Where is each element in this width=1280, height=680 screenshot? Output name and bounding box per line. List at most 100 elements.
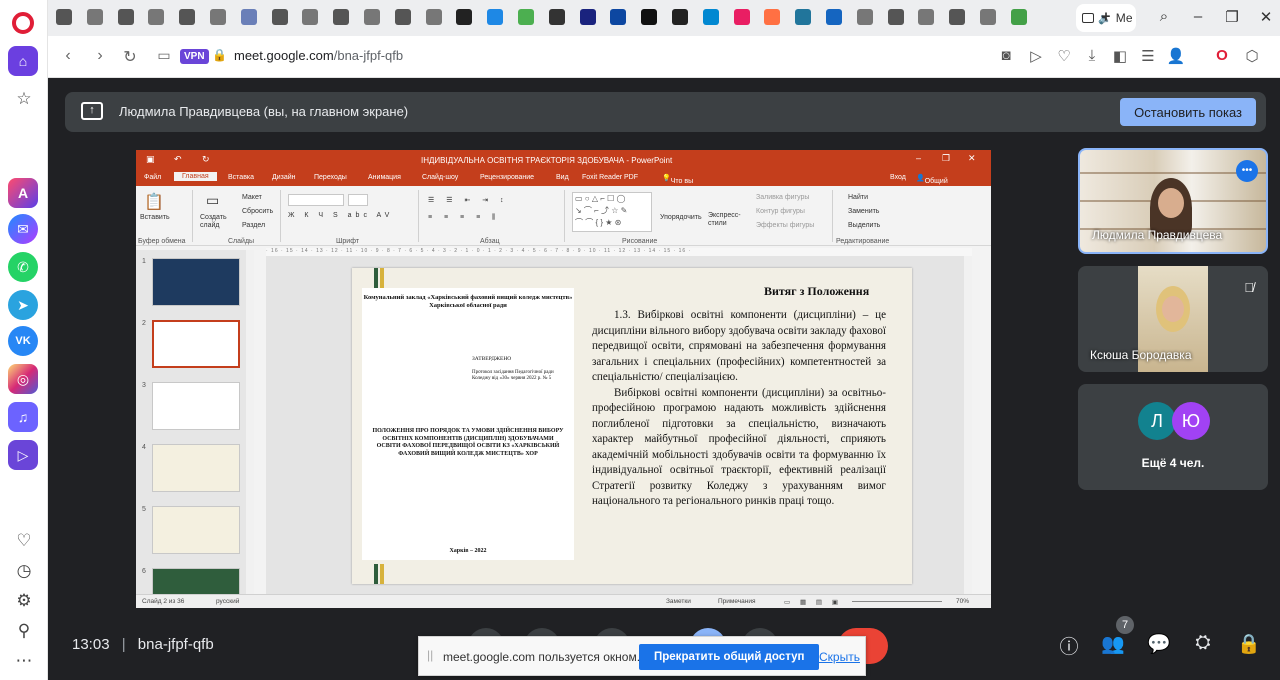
tab-favicon-icon[interactable] bbox=[179, 9, 196, 25]
opera-logo-icon[interactable] bbox=[12, 12, 34, 34]
ppt-find: Найти bbox=[848, 194, 868, 201]
back-button[interactable]: ‹ bbox=[58, 47, 78, 65]
tab-favicon-icon[interactable] bbox=[980, 9, 996, 25]
ppt-tab-9: Foxit Reader PDF bbox=[582, 174, 639, 181]
participant-video-skin bbox=[1162, 296, 1184, 322]
tab-favicon-icon[interactable] bbox=[610, 9, 627, 25]
more-participants-tile[interactable]: Л Ю Ещё 4 чел. bbox=[1078, 384, 1268, 490]
tab-favicon-icon[interactable] bbox=[425, 9, 442, 25]
tab-favicon-icon[interactable] bbox=[456, 9, 473, 25]
download-icon[interactable]: ⤓ bbox=[1082, 47, 1102, 64]
star-icon[interactable]: ☆ bbox=[13, 88, 35, 110]
profile-icon[interactable]: 👤 bbox=[1166, 47, 1186, 65]
ppt-tab-8: Вид bbox=[556, 174, 569, 181]
easy-setup-icon[interactable]: ☰ bbox=[1138, 47, 1158, 65]
battery-saver-icon[interactable]: ◧ bbox=[1110, 47, 1130, 65]
document-image: Комунальний заклад «Харківський фаховий … bbox=[362, 288, 574, 560]
tab-favicon-icon[interactable] bbox=[86, 9, 103, 25]
tab-favicon-icon[interactable] bbox=[702, 9, 719, 25]
chat-icon[interactable]: 💬 bbox=[1146, 632, 1172, 658]
aria-icon[interactable]: A bbox=[8, 178, 38, 208]
ppt-shape-effects: Эффекты фигуры bbox=[756, 222, 815, 229]
time-label: 13:03 bbox=[72, 636, 110, 653]
thumbs-scrollbar bbox=[246, 250, 254, 594]
tab-favicon-icon[interactable] bbox=[210, 9, 226, 25]
tab-favicon-icon[interactable] bbox=[579, 9, 596, 25]
extensions-icon[interactable]: ⬡ bbox=[1242, 47, 1262, 65]
tab-favicon-icon[interactable] bbox=[949, 9, 966, 25]
ppt-select: Выделить bbox=[848, 222, 881, 229]
participant-tile[interactable]: 🎙̸ Ксюша Бородавка bbox=[1078, 266, 1268, 372]
reload-button[interactable]: ↻ bbox=[120, 47, 140, 67]
forward-button[interactable]: › bbox=[90, 47, 110, 65]
player-icon[interactable]: ▷ bbox=[8, 440, 38, 470]
tab-favicon-icon[interactable] bbox=[271, 9, 288, 25]
slide-heading: Витяг з Положення bbox=[764, 284, 870, 298]
tab-favicon-icon[interactable] bbox=[240, 9, 257, 25]
history-icon[interactable]: ◷ bbox=[13, 560, 35, 582]
minimize-button[interactable]: – bbox=[1188, 8, 1208, 25]
tab-favicon-icon[interactable] bbox=[117, 9, 134, 25]
tab-favicon-icon[interactable] bbox=[764, 9, 781, 25]
tab-favicon-icon[interactable] bbox=[302, 9, 319, 25]
tab-favicon-icon[interactable] bbox=[333, 9, 350, 25]
tab-favicon-icon[interactable] bbox=[795, 9, 812, 25]
vpn-badge[interactable]: VPN bbox=[180, 49, 209, 64]
stop-sharing-button[interactable]: Прекратить общий доступ bbox=[639, 644, 820, 670]
tab-favicon-icon[interactable] bbox=[641, 9, 658, 25]
thumb-number: 6 bbox=[142, 568, 146, 575]
tab-favicon-icon[interactable] bbox=[518, 9, 534, 25]
participant-tile-self[interactable]: ••• Людмила Правдивцева bbox=[1078, 148, 1268, 254]
ppt-tab-4: Переходы bbox=[314, 174, 347, 181]
activities-icon[interactable]: ⛭ bbox=[1190, 632, 1216, 658]
close-window-button[interactable]: ✕ bbox=[1256, 8, 1276, 26]
opera-menu-icon[interactable]: O bbox=[1212, 47, 1232, 64]
new-tab-button[interactable]: + bbox=[1096, 8, 1116, 25]
slide-accent-bar bbox=[380, 564, 384, 584]
music-icon[interactable]: ♫ bbox=[8, 402, 38, 432]
bookmark-heart-icon[interactable]: ♡ bbox=[1054, 47, 1074, 65]
tab-favicon-icon[interactable] bbox=[856, 9, 873, 25]
whatsapp-icon[interactable]: ✆ bbox=[8, 252, 38, 282]
bulb-icon[interactable]: ⚲ bbox=[13, 620, 35, 642]
meeting-clock: 13:03 | bna-jfpf-qfb bbox=[72, 636, 214, 653]
camera-indicator-icon[interactable]: ▭ bbox=[154, 47, 174, 64]
tab-favicon-icon[interactable] bbox=[548, 9, 565, 25]
info-icon[interactable]: ⓘ bbox=[1056, 632, 1082, 658]
tab-favicon-icon[interactable] bbox=[56, 9, 72, 25]
home-icon[interactable]: ⌂ bbox=[8, 46, 38, 76]
tab-favicon-icon[interactable] bbox=[826, 9, 842, 25]
hide-link[interactable]: Скрыть bbox=[819, 650, 860, 664]
people-icon[interactable]: 👥 bbox=[1100, 632, 1126, 658]
ppt-view-icons: ▭ ▦ ▤ ▣ bbox=[784, 599, 842, 606]
messenger-icon[interactable]: ✉ bbox=[8, 214, 38, 244]
avatar: Л bbox=[1138, 402, 1176, 440]
vk-icon[interactable]: VK bbox=[8, 326, 38, 356]
instagram-icon[interactable]: ◎ bbox=[8, 364, 38, 394]
more-icon[interactable]: ⋯ bbox=[13, 650, 35, 672]
heart-icon[interactable]: ♡ bbox=[13, 530, 35, 552]
tab-favicon-icon[interactable] bbox=[672, 9, 688, 25]
slide-paragraph-2: Вибіркові освітні компоненти (дисципліни… bbox=[592, 386, 886, 508]
host-controls-icon[interactable]: 🔒 bbox=[1236, 632, 1262, 658]
url-field[interactable]: meet.google.com/bna-jfpf-qfb bbox=[234, 48, 403, 63]
tab-favicon-icon[interactable] bbox=[148, 9, 165, 25]
stop-presenting-button[interactable]: Остановить показ bbox=[1120, 98, 1256, 126]
tab-favicon-icon[interactable] bbox=[918, 9, 935, 25]
settings-icon[interactable]: ⚙ bbox=[13, 590, 35, 612]
slide-thumbnail bbox=[152, 444, 240, 492]
restore-button[interactable]: ❐ bbox=[1222, 8, 1242, 26]
search-tabs-icon[interactable]: ⌕ bbox=[1154, 8, 1174, 25]
tab-favicon-icon[interactable] bbox=[364, 9, 380, 25]
snapshot-icon[interactable]: ◙ bbox=[996, 47, 1016, 64]
telegram-icon[interactable]: ➤ bbox=[8, 290, 38, 320]
ppt-group-label: Шрифт bbox=[336, 238, 360, 245]
lock-icon[interactable]: 🔒 bbox=[212, 48, 227, 62]
tab-favicon-icon[interactable] bbox=[394, 9, 411, 25]
drag-handle-icon[interactable]: || bbox=[427, 648, 433, 662]
send-icon[interactable]: ▷ bbox=[1026, 47, 1046, 65]
tab-favicon-icon[interactable] bbox=[1010, 9, 1027, 25]
tab-favicon-icon[interactable] bbox=[487, 9, 504, 25]
tab-favicon-icon[interactable] bbox=[887, 9, 904, 25]
tab-favicon-icon[interactable] bbox=[733, 9, 750, 25]
